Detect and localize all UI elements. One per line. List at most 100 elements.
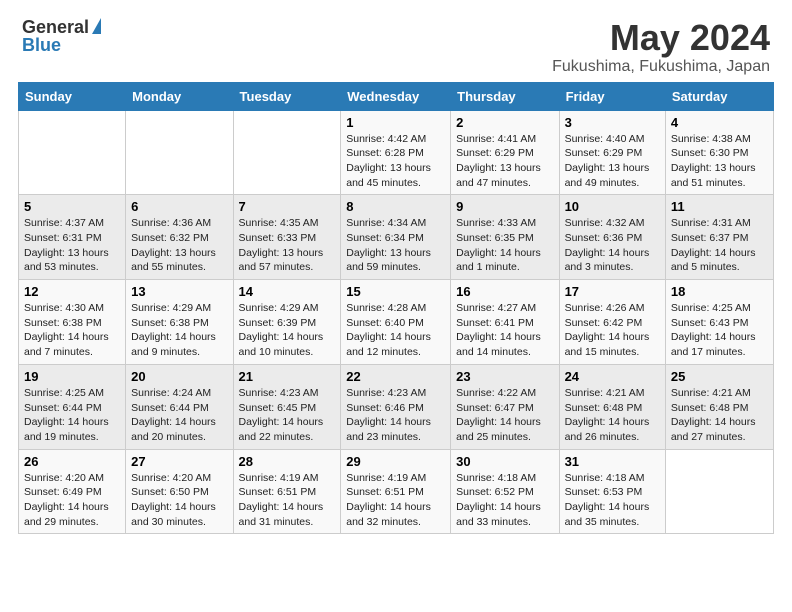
day-info: Sunrise: 4:28 AM Sunset: 6:40 PM Dayligh… [346, 301, 445, 360]
day-info: Sunrise: 4:41 AM Sunset: 6:29 PM Dayligh… [456, 132, 553, 191]
day-number: 6 [131, 199, 227, 214]
calendar-cell: 1 Sunrise: 4:42 AM Sunset: 6:28 PM Daylig… [341, 110, 451, 195]
day-info: Sunrise: 4:24 AM Sunset: 6:44 PM Dayligh… [131, 386, 227, 445]
logo: General Blue [22, 18, 101, 54]
day-number: 13 [131, 284, 227, 299]
calendar-cell: 4 Sunrise: 4:38 AM Sunset: 6:30 PM Daylig… [665, 110, 773, 195]
day-info: Sunrise: 4:18 AM Sunset: 6:53 PM Dayligh… [565, 471, 660, 530]
day-info: Sunrise: 4:21 AM Sunset: 6:48 PM Dayligh… [565, 386, 660, 445]
day-info: Sunrise: 4:18 AM Sunset: 6:52 PM Dayligh… [456, 471, 553, 530]
day-info: Sunrise: 4:23 AM Sunset: 6:45 PM Dayligh… [239, 386, 336, 445]
day-info: Sunrise: 4:19 AM Sunset: 6:51 PM Dayligh… [239, 471, 336, 530]
day-number: 31 [565, 454, 660, 469]
day-number: 14 [239, 284, 336, 299]
day-info: Sunrise: 4:29 AM Sunset: 6:38 PM Dayligh… [131, 301, 227, 360]
calendar-cell: 20 Sunrise: 4:24 AM Sunset: 6:44 PM Dayli… [126, 364, 233, 449]
day-info: Sunrise: 4:29 AM Sunset: 6:39 PM Dayligh… [239, 301, 336, 360]
week-row-5: 26 Sunrise: 4:20 AM Sunset: 6:49 PM Dayli… [19, 449, 774, 534]
day-number: 3 [565, 115, 660, 130]
day-info: Sunrise: 4:40 AM Sunset: 6:29 PM Dayligh… [565, 132, 660, 191]
calendar-cell [126, 110, 233, 195]
calendar-cell: 6 Sunrise: 4:36 AM Sunset: 6:32 PM Daylig… [126, 195, 233, 280]
calendar-cell: 5 Sunrise: 4:37 AM Sunset: 6:31 PM Daylig… [19, 195, 126, 280]
day-number: 10 [565, 199, 660, 214]
title-area: May 2024 Fukushima, Fukushima, Japan [552, 18, 770, 76]
day-info: Sunrise: 4:36 AM Sunset: 6:32 PM Dayligh… [131, 216, 227, 275]
calendar-cell: 22Sunrise: 4:23 AM Sunset: 6:46 PM Dayli… [341, 364, 451, 449]
calendar-cell: 9Sunrise: 4:33 AM Sunset: 6:35 PM Daylig… [451, 195, 559, 280]
day-info: Sunrise: 4:31 AM Sunset: 6:37 PM Dayligh… [671, 216, 768, 275]
logo-triangle-icon [92, 18, 101, 34]
calendar-cell [233, 110, 341, 195]
day-number: 19 [24, 369, 120, 384]
day-number: 15 [346, 284, 445, 299]
day-number: 1 [346, 115, 445, 130]
day-info: Sunrise: 4:20 AM Sunset: 6:49 PM Dayligh… [24, 471, 120, 530]
calendar-cell: 10 Sunrise: 4:32 AM Sunset: 6:36 PM Dayli… [559, 195, 665, 280]
calendar-cell: 21Sunrise: 4:23 AM Sunset: 6:45 PM Dayli… [233, 364, 341, 449]
calendar-cell: 3 Sunrise: 4:40 AM Sunset: 6:29 PM Daylig… [559, 110, 665, 195]
day-info: Sunrise: 4:23 AM Sunset: 6:46 PM Dayligh… [346, 386, 445, 445]
week-row-3: 12Sunrise: 4:30 AM Sunset: 6:38 PM Dayli… [19, 280, 774, 365]
calendar-cell: 31 Sunrise: 4:18 AM Sunset: 6:53 PM Dayli… [559, 449, 665, 534]
calendar-cell: 18 Sunrise: 4:25 AM Sunset: 6:43 PM Dayli… [665, 280, 773, 365]
calendar-cell: 29 Sunrise: 4:19 AM Sunset: 6:51 PM Dayli… [341, 449, 451, 534]
day-info: Sunrise: 4:34 AM Sunset: 6:34 PM Dayligh… [346, 216, 445, 275]
calendar-cell: 12Sunrise: 4:30 AM Sunset: 6:38 PM Dayli… [19, 280, 126, 365]
day-header-saturday: Saturday [665, 82, 773, 110]
day-info: Sunrise: 4:35 AM Sunset: 6:33 PM Dayligh… [239, 216, 336, 275]
day-header-monday: Monday [126, 82, 233, 110]
day-header-wednesday: Wednesday [341, 82, 451, 110]
calendar-cell: 28 Sunrise: 4:19 AM Sunset: 6:51 PM Dayli… [233, 449, 341, 534]
day-number: 5 [24, 199, 120, 214]
day-number: 4 [671, 115, 768, 130]
day-info: Sunrise: 4:33 AM Sunset: 6:35 PM Dayligh… [456, 216, 553, 275]
day-info: Sunrise: 4:38 AM Sunset: 6:30 PM Dayligh… [671, 132, 768, 191]
calendar-cell: 23 Sunrise: 4:22 AM Sunset: 6:47 PM Dayli… [451, 364, 559, 449]
calendar-cell: 16 Sunrise: 4:27 AM Sunset: 6:41 PM Dayli… [451, 280, 559, 365]
day-info: Sunrise: 4:25 AM Sunset: 6:43 PM Dayligh… [671, 301, 768, 360]
page-header: General Blue May 2024 Fukushima, Fukushi… [10, 10, 782, 82]
calendar-cell [665, 449, 773, 534]
calendar-cell [19, 110, 126, 195]
calendar-table: SundayMondayTuesdayWednesdayThursdayFrid… [18, 82, 774, 535]
day-header-sunday: Sunday [19, 82, 126, 110]
calendar-cell: 26 Sunrise: 4:20 AM Sunset: 6:49 PM Dayli… [19, 449, 126, 534]
day-number: 29 [346, 454, 445, 469]
day-info: Sunrise: 4:37 AM Sunset: 6:31 PM Dayligh… [24, 216, 120, 275]
day-number: 27 [131, 454, 227, 469]
day-info: Sunrise: 4:25 AM Sunset: 6:44 PM Dayligh… [24, 386, 120, 445]
day-info: Sunrise: 4:42 AM Sunset: 6:28 PM Dayligh… [346, 132, 445, 191]
calendar-cell: 13 Sunrise: 4:29 AM Sunset: 6:38 PM Dayli… [126, 280, 233, 365]
day-number: 2 [456, 115, 553, 130]
day-number: 24 [565, 369, 660, 384]
day-number: 20 [131, 369, 227, 384]
day-info: Sunrise: 4:27 AM Sunset: 6:41 PM Dayligh… [456, 301, 553, 360]
day-info: Sunrise: 4:20 AM Sunset: 6:50 PM Dayligh… [131, 471, 227, 530]
calendar-cell: 25Sunrise: 4:21 AM Sunset: 6:48 PM Dayli… [665, 364, 773, 449]
calendar-cell: 27 Sunrise: 4:20 AM Sunset: 6:50 PM Dayli… [126, 449, 233, 534]
day-number: 18 [671, 284, 768, 299]
day-number: 12 [24, 284, 120, 299]
calendar-wrapper: SundayMondayTuesdayWednesdayThursdayFrid… [10, 82, 782, 543]
day-number: 28 [239, 454, 336, 469]
logo-blue-text: Blue [22, 36, 61, 54]
day-header-thursday: Thursday [451, 82, 559, 110]
day-header-friday: Friday [559, 82, 665, 110]
day-number: 16 [456, 284, 553, 299]
calendar-cell: 2 Sunrise: 4:41 AM Sunset: 6:29 PM Daylig… [451, 110, 559, 195]
day-info: Sunrise: 4:19 AM Sunset: 6:51 PM Dayligh… [346, 471, 445, 530]
week-row-4: 19 Sunrise: 4:25 AM Sunset: 6:44 PM Dayli… [19, 364, 774, 449]
calendar-cell: 30 Sunrise: 4:18 AM Sunset: 6:52 PM Dayli… [451, 449, 559, 534]
day-number: 7 [239, 199, 336, 214]
day-info: Sunrise: 4:22 AM Sunset: 6:47 PM Dayligh… [456, 386, 553, 445]
day-number: 30 [456, 454, 553, 469]
calendar-cell: 11Sunrise: 4:31 AM Sunset: 6:37 PM Dayli… [665, 195, 773, 280]
calendar-cell: 8Sunrise: 4:34 AM Sunset: 6:34 PM Daylig… [341, 195, 451, 280]
calendar-cell: 14 Sunrise: 4:29 AM Sunset: 6:39 PM Dayli… [233, 280, 341, 365]
calendar-cell: 15 Sunrise: 4:28 AM Sunset: 6:40 PM Dayli… [341, 280, 451, 365]
day-number: 23 [456, 369, 553, 384]
day-number: 26 [24, 454, 120, 469]
week-row-2: 5 Sunrise: 4:37 AM Sunset: 6:31 PM Daylig… [19, 195, 774, 280]
day-info: Sunrise: 4:32 AM Sunset: 6:36 PM Dayligh… [565, 216, 660, 275]
